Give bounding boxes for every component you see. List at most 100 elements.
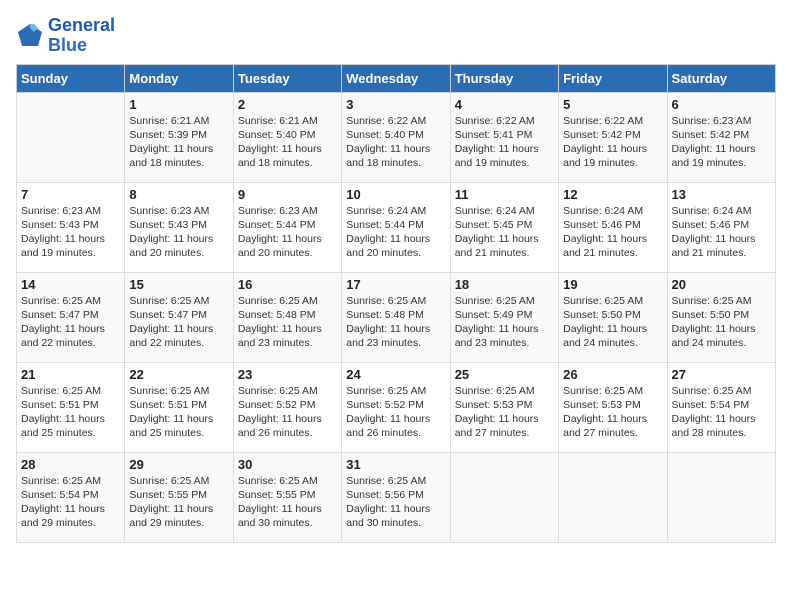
day-info: Sunrise: 6:23 AM Sunset: 5:42 PM Dayligh… <box>672 114 771 171</box>
day-info: Sunrise: 6:24 AM Sunset: 5:46 PM Dayligh… <box>672 204 771 261</box>
calendar-cell: 3 Sunrise: 6:22 AM Sunset: 5:40 PM Daylig… <box>342 92 450 182</box>
day-number: 1 <box>129 97 228 112</box>
day-number: 13 <box>672 187 771 202</box>
day-info: Sunrise: 6:25 AM Sunset: 5:52 PM Dayligh… <box>346 384 445 441</box>
calendar-cell: 9 Sunrise: 6:23 AM Sunset: 5:44 PM Daylig… <box>233 182 341 272</box>
calendar-cell: 23Sunrise: 6:25 AM Sunset: 5:52 PM Dayli… <box>233 362 341 452</box>
day-number: 7 <box>21 187 120 202</box>
calendar-cell: 25Sunrise: 6:25 AM Sunset: 5:53 PM Dayli… <box>450 362 558 452</box>
day-info: Sunrise: 6:25 AM Sunset: 5:55 PM Dayligh… <box>129 474 228 531</box>
day-number: 20 <box>672 277 771 292</box>
calendar-cell: 19 Sunrise: 6:25 AM Sunset: 5:50 PM Dayli… <box>559 272 667 362</box>
calendar-cell: 16 Sunrise: 6:25 AM Sunset: 5:48 PM Dayli… <box>233 272 341 362</box>
day-number: 12 <box>563 187 662 202</box>
calendar-cell: 28 Sunrise: 6:25 AM Sunset: 5:54 PM Dayli… <box>17 452 125 542</box>
day-info: Sunrise: 6:22 AM Sunset: 5:40 PM Dayligh… <box>346 114 445 171</box>
day-number: 2 <box>238 97 337 112</box>
day-info: Sunrise: 6:25 AM Sunset: 5:50 PM Dayligh… <box>672 294 771 351</box>
calendar-cell: 4 Sunrise: 6:22 AM Sunset: 5:41 PM Daylig… <box>450 92 558 182</box>
day-number: 19 <box>563 277 662 292</box>
logo: General Blue <box>16 16 115 56</box>
day-info: Sunrise: 6:25 AM Sunset: 5:54 PM Dayligh… <box>21 474 120 531</box>
calendar-week: 14 Sunrise: 6:25 AM Sunset: 5:47 PM Dayli… <box>17 272 776 362</box>
day-number: 15 <box>129 277 228 292</box>
calendar-cell: 22 Sunrise: 6:25 AM Sunset: 5:51 PM Dayli… <box>125 362 233 452</box>
day-number: 24 <box>346 367 445 382</box>
logo-icon <box>16 22 44 50</box>
calendar-cell: 24 Sunrise: 6:25 AM Sunset: 5:52 PM Dayli… <box>342 362 450 452</box>
day-number: 3 <box>346 97 445 112</box>
day-info: Sunrise: 6:23 AM Sunset: 5:44 PM Dayligh… <box>238 204 337 261</box>
day-info: Sunrise: 6:24 AM Sunset: 5:46 PM Dayligh… <box>563 204 662 261</box>
day-number: 25 <box>455 367 554 382</box>
day-number: 23 <box>238 367 337 382</box>
day-number: 30 <box>238 457 337 472</box>
header-day: Monday <box>125 64 233 92</box>
header-day: Friday <box>559 64 667 92</box>
day-info: Sunrise: 6:25 AM Sunset: 5:49 PM Dayligh… <box>455 294 554 351</box>
page-header: General Blue <box>16 16 776 56</box>
calendar-cell: 8 Sunrise: 6:23 AM Sunset: 5:43 PM Daylig… <box>125 182 233 272</box>
header-day: Saturday <box>667 64 775 92</box>
day-info: Sunrise: 6:25 AM Sunset: 5:48 PM Dayligh… <box>346 294 445 351</box>
calendar-cell <box>667 452 775 542</box>
header-day: Sunday <box>17 64 125 92</box>
day-number: 16 <box>238 277 337 292</box>
day-number: 29 <box>129 457 228 472</box>
calendar-cell: 13 Sunrise: 6:24 AM Sunset: 5:46 PM Dayli… <box>667 182 775 272</box>
day-info: Sunrise: 6:25 AM Sunset: 5:47 PM Dayligh… <box>21 294 120 351</box>
day-number: 22 <box>129 367 228 382</box>
calendar-cell: 1 Sunrise: 6:21 AM Sunset: 5:39 PM Daylig… <box>125 92 233 182</box>
calendar-cell: 27 Sunrise: 6:25 AM Sunset: 5:54 PM Dayli… <box>667 362 775 452</box>
day-number: 6 <box>672 97 771 112</box>
calendar-cell <box>559 452 667 542</box>
day-info: Sunrise: 6:21 AM Sunset: 5:39 PM Dayligh… <box>129 114 228 171</box>
logo-text: General Blue <box>48 16 115 56</box>
day-info: Sunrise: 6:25 AM Sunset: 5:55 PM Dayligh… <box>238 474 337 531</box>
calendar-cell: 21 Sunrise: 6:25 AM Sunset: 5:51 PM Dayli… <box>17 362 125 452</box>
calendar-body: 1 Sunrise: 6:21 AM Sunset: 5:39 PM Daylig… <box>17 92 776 542</box>
calendar-cell: 11 Sunrise: 6:24 AM Sunset: 5:45 PM Dayli… <box>450 182 558 272</box>
day-number: 31 <box>346 457 445 472</box>
day-number: 26 <box>563 367 662 382</box>
day-number: 14 <box>21 277 120 292</box>
calendar-week: 1 Sunrise: 6:21 AM Sunset: 5:39 PM Daylig… <box>17 92 776 182</box>
calendar-week: 7 Sunrise: 6:23 AM Sunset: 5:43 PM Daylig… <box>17 182 776 272</box>
day-number: 18 <box>455 277 554 292</box>
day-info: Sunrise: 6:23 AM Sunset: 5:43 PM Dayligh… <box>129 204 228 261</box>
day-info: Sunrise: 6:22 AM Sunset: 5:41 PM Dayligh… <box>455 114 554 171</box>
calendar-cell: 7 Sunrise: 6:23 AM Sunset: 5:43 PM Daylig… <box>17 182 125 272</box>
calendar-week: 21 Sunrise: 6:25 AM Sunset: 5:51 PM Dayli… <box>17 362 776 452</box>
day-number: 9 <box>238 187 337 202</box>
day-number: 5 <box>563 97 662 112</box>
calendar-cell: 29 Sunrise: 6:25 AM Sunset: 5:55 PM Dayli… <box>125 452 233 542</box>
header-day: Wednesday <box>342 64 450 92</box>
calendar-cell: 30 Sunrise: 6:25 AM Sunset: 5:55 PM Dayli… <box>233 452 341 542</box>
calendar-cell: 14 Sunrise: 6:25 AM Sunset: 5:47 PM Dayli… <box>17 272 125 362</box>
day-number: 27 <box>672 367 771 382</box>
day-number: 28 <box>21 457 120 472</box>
calendar-cell: 17Sunrise: 6:25 AM Sunset: 5:48 PM Dayli… <box>342 272 450 362</box>
calendar-cell: 31Sunrise: 6:25 AM Sunset: 5:56 PM Dayli… <box>342 452 450 542</box>
day-info: Sunrise: 6:25 AM Sunset: 5:48 PM Dayligh… <box>238 294 337 351</box>
day-number: 4 <box>455 97 554 112</box>
day-info: Sunrise: 6:25 AM Sunset: 5:51 PM Dayligh… <box>129 384 228 441</box>
calendar-cell: 6 Sunrise: 6:23 AM Sunset: 5:42 PM Daylig… <box>667 92 775 182</box>
day-info: Sunrise: 6:21 AM Sunset: 5:40 PM Dayligh… <box>238 114 337 171</box>
header-day: Tuesday <box>233 64 341 92</box>
day-number: 21 <box>21 367 120 382</box>
day-number: 8 <box>129 187 228 202</box>
day-info: Sunrise: 6:22 AM Sunset: 5:42 PM Dayligh… <box>563 114 662 171</box>
day-info: Sunrise: 6:25 AM Sunset: 5:54 PM Dayligh… <box>672 384 771 441</box>
day-info: Sunrise: 6:24 AM Sunset: 5:45 PM Dayligh… <box>455 204 554 261</box>
day-info: Sunrise: 6:25 AM Sunset: 5:53 PM Dayligh… <box>563 384 662 441</box>
day-info: Sunrise: 6:25 AM Sunset: 5:50 PM Dayligh… <box>563 294 662 351</box>
calendar-header: SundayMondayTuesdayWednesdayThursdayFrid… <box>17 64 776 92</box>
day-info: Sunrise: 6:23 AM Sunset: 5:43 PM Dayligh… <box>21 204 120 261</box>
calendar-cell: 5 Sunrise: 6:22 AM Sunset: 5:42 PM Daylig… <box>559 92 667 182</box>
calendar-table: SundayMondayTuesdayWednesdayThursdayFrid… <box>16 64 776 543</box>
day-info: Sunrise: 6:25 AM Sunset: 5:51 PM Dayligh… <box>21 384 120 441</box>
day-number: 11 <box>455 187 554 202</box>
calendar-cell <box>17 92 125 182</box>
calendar-cell: 26 Sunrise: 6:25 AM Sunset: 5:53 PM Dayli… <box>559 362 667 452</box>
